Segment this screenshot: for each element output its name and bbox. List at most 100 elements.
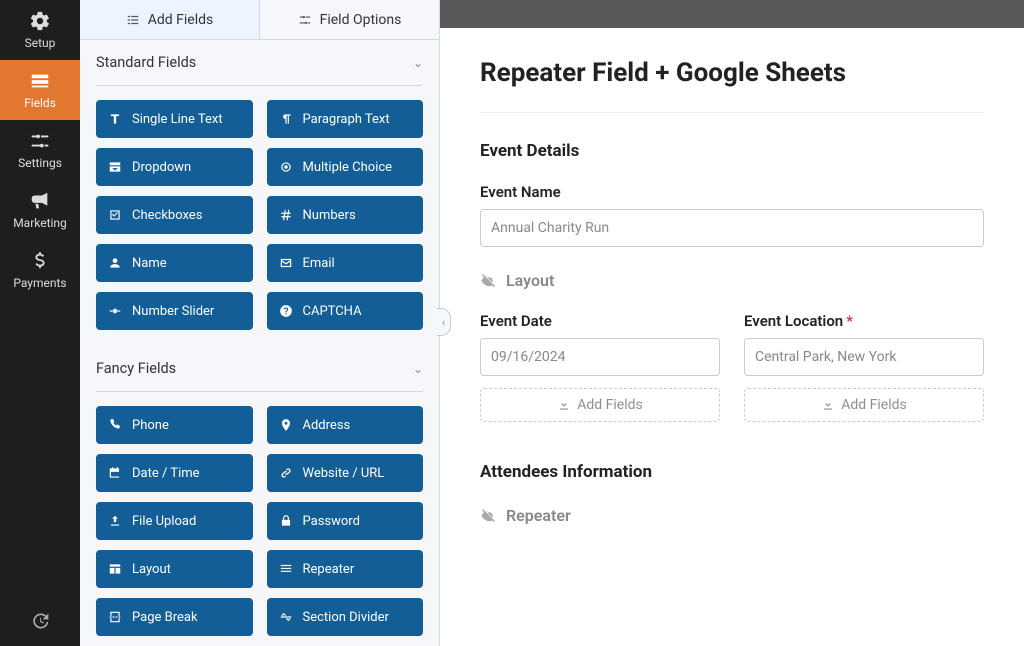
page-break-icon <box>108 610 122 624</box>
rail-history[interactable] <box>0 596 80 646</box>
dropdown-icon <box>108 160 122 174</box>
standard-fields-grid: Single Line Text Paragraph Text Dropdown… <box>96 100 423 340</box>
field-label: Dropdown <box>132 160 191 175</box>
layout-icon <box>108 562 122 576</box>
input-event-location[interactable] <box>744 338 984 376</box>
rail-label: Settings <box>18 156 62 170</box>
field-label: Website / URL <box>303 466 385 481</box>
section-fancy-fields[interactable]: Fancy Fields ⌄ <box>96 346 423 392</box>
field-single-line-text[interactable]: Single Line Text <box>96 100 253 138</box>
upload-icon <box>108 514 122 528</box>
field-label: Page Break <box>132 610 198 625</box>
sliders-icon <box>298 13 312 27</box>
list-icon <box>126 13 140 27</box>
fields-panel: Add Fields Field Options Standard Fields… <box>80 0 440 646</box>
rail-marketing[interactable]: Marketing <box>0 180 80 240</box>
field-numbers[interactable]: Numbers <box>267 196 424 234</box>
admin-rail: Setup Fields Settings Marketing Payments <box>0 0 80 646</box>
field-repeater[interactable]: Repeater <box>267 550 424 588</box>
repeater-label: Repeater <box>506 506 571 525</box>
pin-icon <box>279 418 293 432</box>
slider-icon <box>108 304 122 318</box>
tab-label: Add Fields <box>148 12 214 28</box>
download-icon <box>821 398 835 412</box>
lock-icon <box>279 514 293 528</box>
field-label: CAPTCHA <box>303 304 362 319</box>
divider-icon <box>279 610 293 624</box>
layout-field-header: Layout <box>480 271 984 290</box>
calendar-icon <box>108 466 122 480</box>
rail-settings[interactable]: Settings <box>0 120 80 180</box>
phone-icon <box>108 418 122 432</box>
label-text: Event Location <box>744 312 843 330</box>
field-captcha[interactable]: CAPTCHA <box>267 292 424 330</box>
layout-columns: Event Date Add Fields Event Location* Ad… <box>480 290 984 422</box>
preview-outer: Repeater Field + Google Sheets Event Det… <box>440 0 1024 646</box>
field-label: Checkboxes <box>132 208 202 223</box>
form-title: Repeater Field + Google Sheets <box>480 58 984 113</box>
section-title: Fancy Fields <box>96 360 176 377</box>
text-icon <box>108 112 122 126</box>
rail-setup[interactable]: Setup <box>0 0 80 60</box>
eye-off-icon <box>480 272 498 290</box>
field-number-slider[interactable]: Number Slider <box>96 292 253 330</box>
bullhorn-icon <box>29 190 51 212</box>
rail-payments[interactable]: Payments <box>0 240 80 300</box>
field-label: Password <box>303 514 360 529</box>
field-section-divider[interactable]: Section Divider <box>267 598 424 636</box>
field-label: Layout <box>132 562 171 577</box>
field-paragraph-text[interactable]: Paragraph Text <box>267 100 424 138</box>
repeater-field-header: Repeater <box>480 506 984 525</box>
col-event-location: Event Location* Add Fields <box>744 290 984 422</box>
tab-field-options[interactable]: Field Options <box>260 0 439 39</box>
field-password[interactable]: Password <box>267 502 424 540</box>
panel-collapse-handle[interactable]: ‹ <box>437 308 451 336</box>
radio-icon <box>279 160 293 174</box>
envelope-icon <box>279 256 293 270</box>
sliders-icon <box>29 130 51 152</box>
rail-label: Payments <box>13 276 66 290</box>
label-event-location: Event Location* <box>744 312 984 330</box>
tab-add-fields[interactable]: Add Fields <box>80 0 260 39</box>
panel-tabs: Add Fields Field Options <box>80 0 439 40</box>
rail-fields[interactable]: Fields <box>0 60 80 120</box>
field-label: Phone <box>132 418 169 433</box>
field-dropdown[interactable]: Dropdown <box>96 148 253 186</box>
field-phone[interactable]: Phone <box>96 406 253 444</box>
rail-label: Fields <box>24 96 56 110</box>
tab-label: Field Options <box>320 12 402 28</box>
field-layout[interactable]: Layout <box>96 550 253 588</box>
section-attendees: Attendees Information <box>480 462 984 482</box>
dropzone-label: Add Fields <box>841 397 907 413</box>
field-label: Section Divider <box>303 610 389 625</box>
field-page-break[interactable]: Page Break <box>96 598 253 636</box>
link-icon <box>279 466 293 480</box>
field-address[interactable]: Address <box>267 406 424 444</box>
dropzone-add-fields-left[interactable]: Add Fields <box>480 388 720 422</box>
field-label: Numbers <box>303 208 356 223</box>
section-event-details: Event Details <box>480 141 984 161</box>
field-file-upload[interactable]: File Upload <box>96 502 253 540</box>
field-checkboxes[interactable]: Checkboxes <box>96 196 253 234</box>
field-email[interactable]: Email <box>267 244 424 282</box>
field-label: Paragraph Text <box>303 112 390 127</box>
field-label: Address <box>303 418 351 433</box>
field-label: Multiple Choice <box>303 160 393 175</box>
field-website-url[interactable]: Website / URL <box>267 454 424 492</box>
download-icon <box>557 398 571 412</box>
dropzone-add-fields-right[interactable]: Add Fields <box>744 388 984 422</box>
question-icon <box>279 304 293 318</box>
field-label: Email <box>303 256 335 271</box>
field-multiple-choice[interactable]: Multiple Choice <box>267 148 424 186</box>
field-name[interactable]: Name <box>96 244 253 282</box>
field-label: Repeater <box>303 562 355 577</box>
input-event-name[interactable] <box>480 209 984 247</box>
section-standard-fields[interactable]: Standard Fields ⌄ <box>96 40 423 86</box>
input-event-date[interactable] <box>480 338 720 376</box>
form-icon <box>29 70 51 92</box>
field-date-time[interactable]: Date / Time <box>96 454 253 492</box>
label-event-date: Event Date <box>480 312 720 330</box>
eye-off-icon <box>480 507 498 525</box>
dropzone-label: Add Fields <box>577 397 643 413</box>
form-preview: Repeater Field + Google Sheets Event Det… <box>440 28 1024 646</box>
